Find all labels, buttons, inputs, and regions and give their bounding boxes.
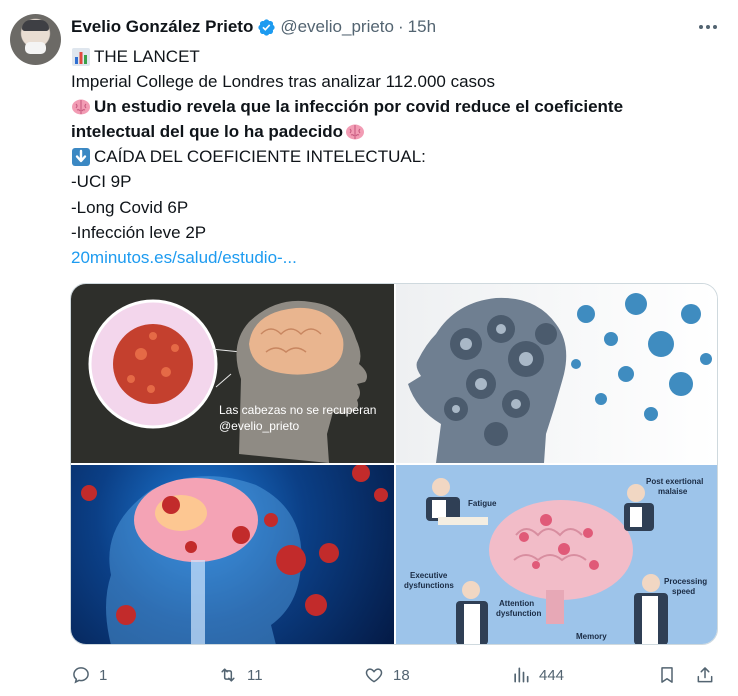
verified-badge-icon <box>258 18 275 36</box>
label-fatigue: Fatigue <box>468 499 497 508</box>
tweet-line: 20minutos.es/salud/estudio-... <box>71 245 721 270</box>
bar-chart-emoji <box>72 47 90 66</box>
view-count: 444 <box>539 666 565 684</box>
tweet-header: Evelio González Prieto @evelio_prieto · … <box>71 16 436 38</box>
separator-dot: · <box>397 17 404 36</box>
label-speed: speed <box>672 587 696 596</box>
tweet-line: THE LANCET <box>71 44 721 69</box>
avatar-mask <box>25 42 46 54</box>
views-button[interactable]: 444 <box>511 662 564 688</box>
label-post-exertional: Post exertional <box>646 477 704 486</box>
tweet-line: intelectual del que lo ha padecido <box>71 119 721 144</box>
gear-head-illustration <box>408 293 712 463</box>
views-icon <box>514 667 529 683</box>
label-memory: Memory <box>576 632 607 641</box>
reply-count: 1 <box>99 666 108 684</box>
label-dysfunctions: dysfunctions <box>404 581 454 590</box>
tweet-text: THE LANCET Imperial College de Londres t… <box>71 44 721 270</box>
media-grid: Las cabezas no se recuperan @evelio_prie… <box>70 283 718 645</box>
reply-icon <box>73 667 89 684</box>
like-icon <box>365 668 383 683</box>
tweet-line-text: Imperial College de Londres tras analiza… <box>71 72 495 92</box>
tweet-line: CAÍDA DEL COEFICIENTE INTELECTUAL: <box>71 144 721 169</box>
more-icon[interactable] <box>696 18 720 36</box>
bookmark-icon <box>661 667 673 683</box>
virus-brain-illustration <box>88 299 367 463</box>
tweet-line-text: -Long Covid 6P <box>71 197 189 217</box>
label-processing: Processing <box>664 577 708 586</box>
tweet-line-text: CAÍDA DEL COEFICIENTE INTELECTUAL: <box>94 147 426 167</box>
tweet-line-text: THE LANCET <box>94 47 200 66</box>
article-link[interactable]: 20minutos.es/salud/estudio-... <box>71 245 297 270</box>
reply-button[interactable]: 1 <box>71 662 107 688</box>
avatar[interactable] <box>10 14 61 65</box>
image1-caption: Las cabezas no se recuperan @evelio_prie… <box>219 402 376 434</box>
media-image-4[interactable]: Fatigue Post exertional malaise Executiv… <box>396 465 717 644</box>
media-image-2[interactable] <box>396 284 717 463</box>
like-button[interactable]: 18 <box>363 662 410 688</box>
retweet-button[interactable]: 11 <box>217 662 263 688</box>
tweet-line: -Long Covid 6P <box>71 195 721 220</box>
tweet-line: Un estudio revela que la infección por c… <box>71 94 721 119</box>
avatar-cap <box>22 20 49 31</box>
share-button[interactable] <box>695 662 723 688</box>
image1-caption-line: @evelio_prieto <box>219 419 300 433</box>
tweet-line-text: -Infección leve 2P <box>71 222 207 242</box>
label-attention: Attention <box>499 599 535 608</box>
share-icon <box>697 667 713 683</box>
media-image-3[interactable] <box>71 465 394 644</box>
author-handle[interactable]: @evelio_prieto <box>280 17 394 37</box>
media-image-1[interactable]: Las cabezas no se recuperan @evelio_prie… <box>71 284 394 463</box>
brain-virus-illustration <box>81 465 388 644</box>
tweet-line-text: -UCI 9P <box>71 172 132 192</box>
retweet-icon <box>221 668 235 682</box>
tweet-line: -Infección leve 2P <box>71 220 721 245</box>
brain-emoji <box>72 99 90 115</box>
image1-caption-line: Las cabezas no se recuperan <box>219 403 377 417</box>
timestamp[interactable]: 15h <box>408 17 436 37</box>
down-arrow-emoji <box>72 147 90 166</box>
brain-emoji <box>346 124 365 140</box>
like-count: 18 <box>393 666 410 684</box>
retweet-count: 11 <box>247 666 263 684</box>
label-executive: Executive <box>410 571 448 580</box>
label-dysfunction: dysfunction <box>496 609 542 618</box>
tweet-line-text: Un estudio revela que la infección por c… <box>94 97 624 117</box>
tweet-line: Imperial College de Londres tras analiza… <box>71 69 721 94</box>
bookmark-button[interactable] <box>657 662 685 688</box>
author-name[interactable]: Evelio González Prieto <box>71 17 253 37</box>
tweet-line: -UCI 9P <box>71 169 721 194</box>
action-bar: 1 11 18 444 <box>71 662 721 688</box>
label-malaise: malaise <box>658 487 688 496</box>
tweet-line-text: intelectual del que lo ha padecido <box>71 122 344 142</box>
